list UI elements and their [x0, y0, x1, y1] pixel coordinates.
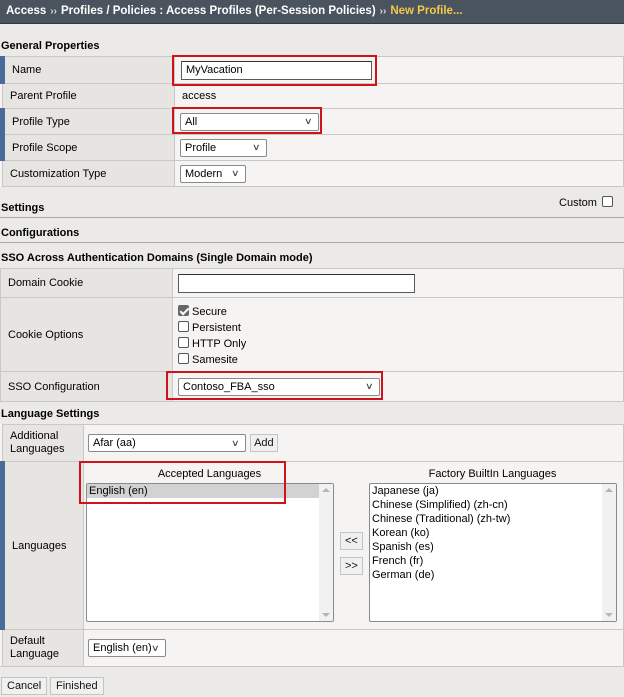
additional-languages-select[interactable]: Afar (aa) ∨: [88, 434, 246, 452]
scrollbar[interactable]: [602, 484, 616, 621]
default-language-value: English (en): [93, 642, 152, 654]
samesite-label: Samesite: [192, 353, 238, 366]
scroll-up-icon[interactable]: [605, 488, 613, 492]
chevron-down-icon: ∨: [252, 142, 261, 152]
factory-languages-list[interactable]: Japanese (ja) Chinese (Simplified) (zh-cn…: [369, 483, 617, 622]
persistent-checkbox[interactable]: [178, 320, 189, 332]
profile-type-value: All: [185, 115, 198, 128]
domain-cookie-input[interactable]: [178, 273, 415, 293]
sso-table: Domain Cookie Cookie Options Secure Pers…: [0, 268, 624, 402]
sso-configuration-select[interactable]: Contoso_FBA_sso ∨: [178, 377, 380, 396]
custom-checkbox[interactable]: [602, 196, 613, 207]
finished-button[interactable]: Finished: [50, 677, 104, 695]
default-language-label: Default Language: [2, 629, 84, 667]
name-label: Name: [0, 56, 175, 84]
sso-heading: SSO Across Authentication Domains (Singl…: [1, 252, 313, 264]
default-language-select[interactable]: English (en) ∨: [88, 639, 166, 657]
persistent-label: Persistent: [192, 321, 241, 334]
scroll-down-icon[interactable]: [605, 613, 613, 617]
cookie-options-label: Cookie Options: [0, 297, 173, 372]
profile-scope-label: Profile Scope: [0, 134, 175, 161]
move-left-button[interactable]: <<: [340, 532, 363, 550]
scrollbar[interactable]: [319, 484, 333, 621]
chevron-down-icon: ∨: [231, 437, 240, 448]
customization-type-select[interactable]: Modern ∨: [180, 164, 246, 183]
profile-scope-select[interactable]: Profile ∨: [180, 138, 267, 157]
breadcrumb-separator: ››: [379, 6, 387, 17]
cookie-option-http-only[interactable]: HTTP Only: [178, 336, 623, 352]
chevron-down-icon: ∨: [304, 116, 313, 126]
chevron-down-icon: ∨: [231, 168, 240, 178]
breadcrumb: Access ›› Profiles / Policies : Access Pro…: [0, 0, 624, 24]
secure-checkbox[interactable]: [178, 304, 189, 316]
domain-cookie-label: Domain Cookie: [0, 268, 173, 298]
accepted-language-item[interactable]: English (en): [87, 484, 333, 498]
breadcrumb-current: New Profile...: [390, 5, 463, 17]
additional-languages-value: Afar (aa): [93, 437, 136, 449]
accepted-languages-title: Accepted Languages: [157, 468, 262, 480]
languages-label: Languages: [0, 461, 84, 630]
move-right-button[interactable]: >>: [340, 557, 363, 575]
cookie-option-secure[interactable]: Secure: [178, 304, 623, 320]
http-only-label: HTTP Only: [192, 337, 247, 350]
breadcrumb-access[interactable]: Access: [6, 5, 46, 17]
samesite-checkbox[interactable]: [178, 352, 189, 364]
http-only-checkbox[interactable]: [178, 336, 189, 348]
factory-language-item[interactable]: Spanish (es): [370, 540, 616, 554]
settings-heading: Settings: [1, 202, 45, 214]
divider: [0, 217, 624, 218]
profile-scope-value: Profile: [185, 141, 217, 154]
general-properties-heading: General Properties: [1, 40, 100, 52]
cookie-option-samesite[interactable]: Samesite: [178, 352, 623, 368]
sso-configuration-label: SSO Configuration: [0, 371, 173, 402]
custom-toggle[interactable]: Custom: [559, 196, 616, 209]
breadcrumb-profiles[interactable]: Profiles / Policies : Access Profiles (P…: [61, 5, 376, 17]
sso-configuration-value: Contoso_FBA_sso: [183, 380, 275, 393]
factory-language-item[interactable]: Japanese (ja): [370, 484, 616, 498]
parent-profile-label: Parent Profile: [2, 83, 175, 109]
profile-type-label: Profile Type: [0, 108, 175, 135]
factory-language-item[interactable]: French (fr): [370, 554, 616, 568]
factory-languages-title: Factory BuiltIn Languages: [428, 468, 557, 480]
cookie-option-persistent[interactable]: Persistent: [178, 320, 623, 336]
accepted-languages-list[interactable]: English (en): [86, 483, 334, 622]
configurations-heading: Configurations: [1, 227, 80, 239]
additional-languages-label: Additional Languages: [2, 424, 84, 462]
customization-type-value: Modern: [185, 167, 223, 180]
factory-language-item[interactable]: German (de): [370, 568, 616, 582]
language-settings-heading: Language Settings: [1, 408, 100, 420]
factory-language-item[interactable]: Korean (ko): [370, 526, 616, 540]
divider: [0, 242, 624, 243]
general-properties-table: Name Parent Profile access Profile Type …: [0, 56, 624, 187]
name-input[interactable]: [181, 60, 372, 80]
parent-profile-value: access: [174, 83, 624, 109]
chevron-down-icon: ∨: [151, 642, 160, 653]
add-language-button[interactable]: Add: [250, 434, 278, 452]
secure-label: Secure: [192, 305, 227, 318]
scroll-up-icon[interactable]: [322, 488, 330, 492]
factory-language-item[interactable]: Chinese (Simplified) (zh-cn): [370, 498, 616, 512]
factory-language-item[interactable]: Chinese (Traditional) (zh-tw): [370, 512, 616, 526]
cancel-button[interactable]: Cancel: [1, 677, 48, 695]
scroll-down-icon[interactable]: [322, 613, 330, 617]
customization-type-label: Customization Type: [2, 160, 175, 187]
custom-label: Custom: [559, 197, 597, 209]
breadcrumb-separator: ››: [50, 6, 57, 17]
profile-type-select[interactable]: All ∨: [180, 112, 319, 131]
divider: [0, 666, 624, 667]
chevron-down-icon: ∨: [365, 381, 374, 391]
